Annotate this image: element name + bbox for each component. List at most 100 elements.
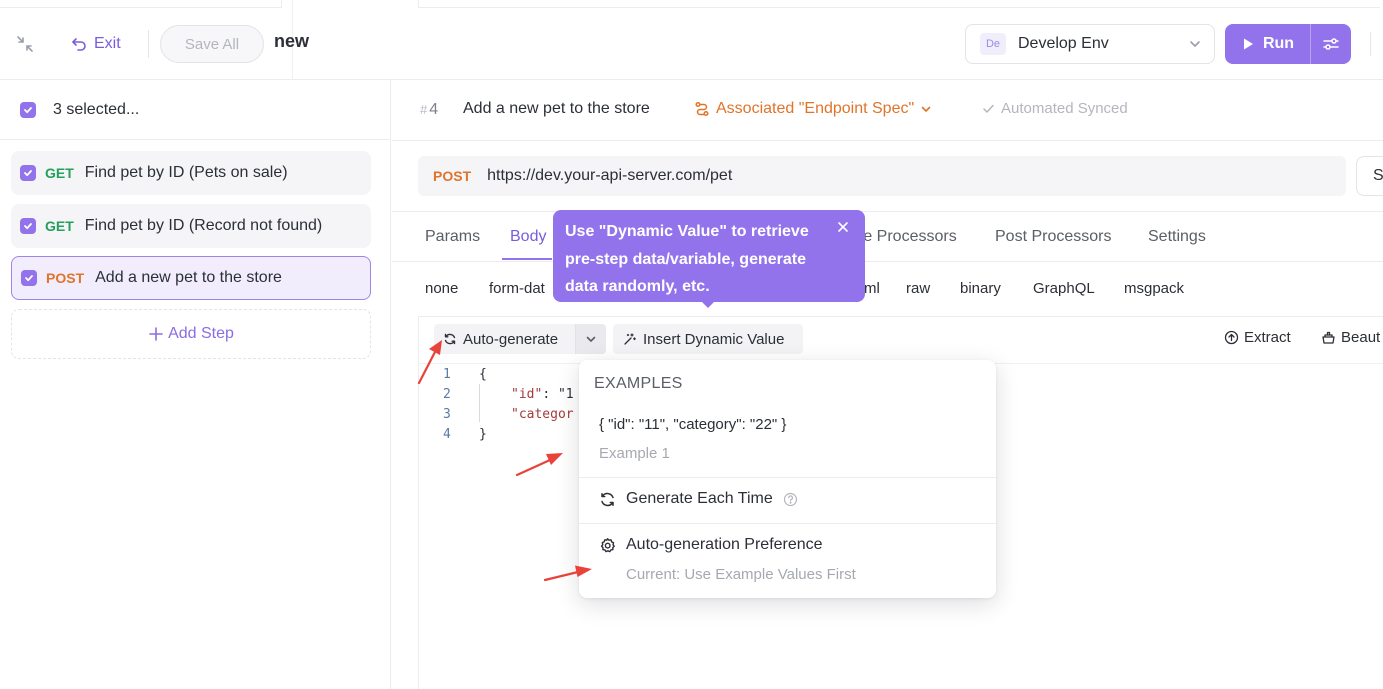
tab-post-processors[interactable]: Post Processors (995, 228, 1111, 246)
code-key: "id" (511, 387, 543, 402)
sync-label: Automated Synced (1001, 100, 1128, 117)
save-all-button[interactable]: Save All (160, 25, 264, 63)
select-all-checkbox[interactable] (20, 101, 36, 118)
url-text: https://dev.your-api-server.com/pet (487, 167, 733, 184)
code-line[interactable]: "categor (511, 407, 574, 422)
tab-params[interactable]: Params (425, 228, 480, 246)
tooltip-text: Use "Dynamic Value" to retrieve pre-step… (565, 223, 809, 295)
chevron-down-icon (586, 336, 596, 342)
exit-label: Exit (94, 35, 121, 52)
run-button[interactable]: Run (1225, 24, 1311, 64)
top-ghost-panel-right (418, 0, 1380, 8)
line-number: 4 (443, 427, 451, 442)
beautify-button[interactable]: Beaut (1321, 329, 1380, 346)
body-type-graphql[interactable]: GraphQL (1033, 280, 1095, 297)
run-settings-button[interactable] (1311, 24, 1351, 64)
selected-count: 3 selected... (53, 100, 140, 118)
hash-icon: # (420, 102, 428, 117)
collapse-icon[interactable] (14, 33, 36, 55)
toolbar-separator (148, 30, 149, 58)
step-item-active[interactable]: POST Add a new pet to the store (11, 256, 371, 300)
example-option-label[interactable]: Example 1 (599, 445, 670, 462)
tab-settings[interactable]: Settings (1148, 228, 1206, 246)
refresh-icon (601, 492, 614, 506)
associated-endpoint-link[interactable]: Associated "Endpoint Spec" (694, 100, 932, 118)
body-type-msgpack[interactable]: msgpack (1124, 280, 1184, 297)
sliders-icon (1323, 38, 1339, 50)
step-method: GET (45, 165, 74, 181)
step-checkbox[interactable] (21, 270, 37, 286)
code-line[interactable]: "id": "1 (511, 387, 574, 402)
annotation-arrow-icon (417, 340, 442, 385)
preference-label: Auto-generation Preference (626, 536, 823, 553)
doc-title[interactable]: new (274, 31, 309, 52)
chevron-down-icon (1190, 41, 1200, 47)
sync-status: Automated Synced (982, 100, 1128, 117)
http-method[interactable]: POST (433, 168, 471, 184)
body-type-form-data[interactable]: form-dat (489, 280, 545, 297)
play-icon (1243, 38, 1253, 50)
environment-select[interactable]: De Develop Env (965, 24, 1215, 64)
code-brace-close[interactable]: } (479, 427, 487, 442)
step-name: Add a new pet to the store (95, 269, 282, 286)
extract-button[interactable]: Extract (1224, 329, 1291, 346)
auto-generate-button-group: Auto-generate (434, 324, 606, 354)
selection-row: 3 selected... (0, 80, 391, 140)
beautify-label: Beaut (1341, 329, 1381, 346)
step-title[interactable]: Add a new pet to the store (463, 100, 650, 118)
step-name: Find pet by ID (Record not found) (84, 217, 323, 234)
annotation-arrow-icon (543, 565, 592, 582)
auto-generate-button[interactable]: Auto-generate (434, 324, 576, 354)
step-item[interactable]: GET Find pet by ID (Record not found) (11, 204, 371, 248)
extract-label: Extract (1244, 329, 1291, 346)
close-icon[interactable] (836, 220, 850, 234)
line-number: 2 (443, 387, 451, 402)
check-icon (24, 106, 32, 113)
check-icon (24, 223, 32, 230)
plus-icon (149, 327, 163, 341)
auto-generate-menu (579, 360, 996, 598)
step-method: GET (45, 218, 74, 234)
indent-guide (479, 384, 480, 422)
annotation-arrow-icon (515, 453, 563, 477)
undo-arrow-icon (72, 38, 86, 51)
step-number: #4 (420, 101, 439, 118)
brush-icon (1322, 331, 1335, 344)
menu-divider (579, 523, 996, 524)
route-icon (695, 101, 709, 117)
step-item[interactable]: GET Find pet by ID (Pets on sale) (11, 151, 371, 195)
auto-generation-preference-option[interactable]: Auto-generation Preference (599, 536, 823, 554)
send-button[interactable]: S (1356, 156, 1383, 196)
generate-each-time-option[interactable]: Generate Each Time (599, 490, 798, 508)
check-icon (25, 275, 33, 282)
step-checkbox[interactable] (20, 165, 36, 181)
tab-body[interactable]: Body (510, 228, 546, 246)
magic-wand-icon (624, 333, 636, 345)
body-type-raw[interactable]: raw (906, 280, 930, 297)
body-type-none[interactable]: none (425, 280, 458, 297)
check-icon (983, 104, 994, 113)
url-input[interactable]: POST https://dev.your-api-server.com/pet (418, 156, 1346, 196)
add-step-button[interactable]: Add Step (11, 309, 371, 359)
add-step-label: Add Step (168, 325, 234, 342)
auto-generate-label: Auto-generate (463, 330, 559, 348)
env-name: Develop Env (1018, 35, 1109, 52)
code-brace-open[interactable]: { (479, 367, 487, 382)
tooltip-arrow (700, 300, 716, 308)
check-icon (24, 170, 32, 177)
auto-generate-dropdown-toggle[interactable] (576, 324, 606, 354)
exit-button[interactable]: Exit (70, 30, 121, 58)
run-button-group: Run (1225, 24, 1351, 64)
body-type-binary[interactable]: binary (960, 280, 1001, 297)
example-option-value[interactable]: { "id": "11", "category": "22" } (599, 416, 786, 433)
step-checkbox[interactable] (20, 218, 36, 234)
tab-pre-processors[interactable]: re Processors (858, 228, 957, 246)
help-icon[interactable] (783, 492, 798, 507)
top-right-divider (1370, 32, 1371, 56)
body-type-xml[interactable]: ml (864, 280, 880, 297)
insert-dynamic-label: Insert Dynamic Value (643, 330, 785, 348)
insert-dynamic-value-button[interactable]: Insert Dynamic Value (613, 324, 803, 354)
chevron-down-icon (921, 106, 931, 112)
active-tab-indicator (502, 258, 552, 260)
generate-each-time-label: Generate Each Time (626, 490, 773, 507)
